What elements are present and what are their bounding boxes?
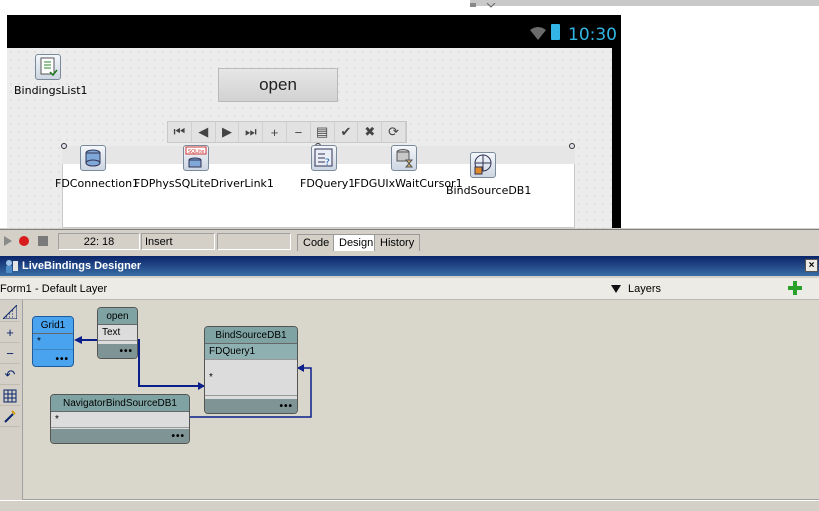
link-open-to-bindsource (138, 339, 205, 387)
node-menu-dots[interactable]: ••• (98, 344, 137, 358)
node-title: Grid1 (33, 317, 73, 334)
node-menu-dots[interactable]: ••• (33, 352, 73, 366)
arrowhead (297, 364, 304, 372)
node-field[interactable]: Text (98, 325, 137, 341)
node-field[interactable]: * (51, 412, 189, 428)
node-field: FDQuery1 (205, 344, 297, 360)
node-menu-dots[interactable]: ••• (51, 429, 189, 443)
node-title: open (98, 308, 137, 325)
node-grid1[interactable]: Grid1 * ••• (32, 316, 74, 367)
node-open[interactable]: open Text ••• (97, 307, 138, 359)
arrowhead (74, 336, 82, 344)
bottom-border (0, 500, 819, 511)
node-field[interactable]: * (205, 360, 297, 396)
node-title: BindSourceDB1 (205, 327, 297, 344)
node-menu-dots[interactable]: ••• (205, 399, 297, 413)
node-title: NavigatorBindSourceDB1 (51, 395, 189, 412)
node-navigatorbindsourcedb1[interactable]: NavigatorBindSourceDB1 * ••• (50, 394, 190, 444)
node-field[interactable]: * (33, 334, 73, 350)
node-bindsourcedb1[interactable]: BindSourceDB1 FDQuery1 * ••• (204, 326, 298, 414)
